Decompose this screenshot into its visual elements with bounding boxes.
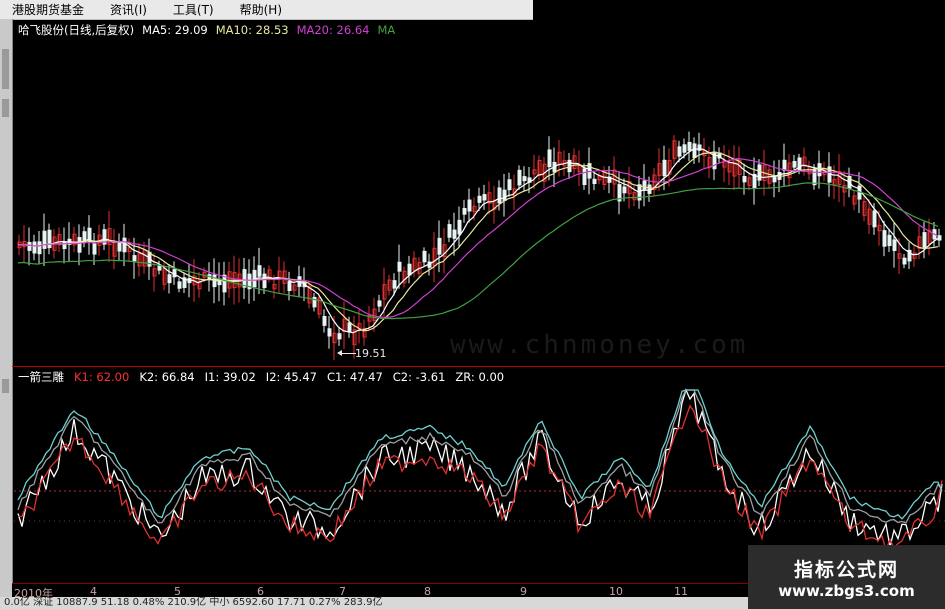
k2-line	[17, 388, 943, 548]
i1-line	[17, 389, 943, 524]
badge-url: www.zbgs3.com	[778, 581, 915, 600]
badge-title: 指标公式网	[793, 558, 899, 581]
k1-line	[17, 404, 943, 552]
site-badge: 指标公式网 www.zbgs3.com	[748, 545, 945, 609]
c1-line	[17, 389, 943, 520]
indicator-chart[interactable]	[0, 0, 945, 609]
